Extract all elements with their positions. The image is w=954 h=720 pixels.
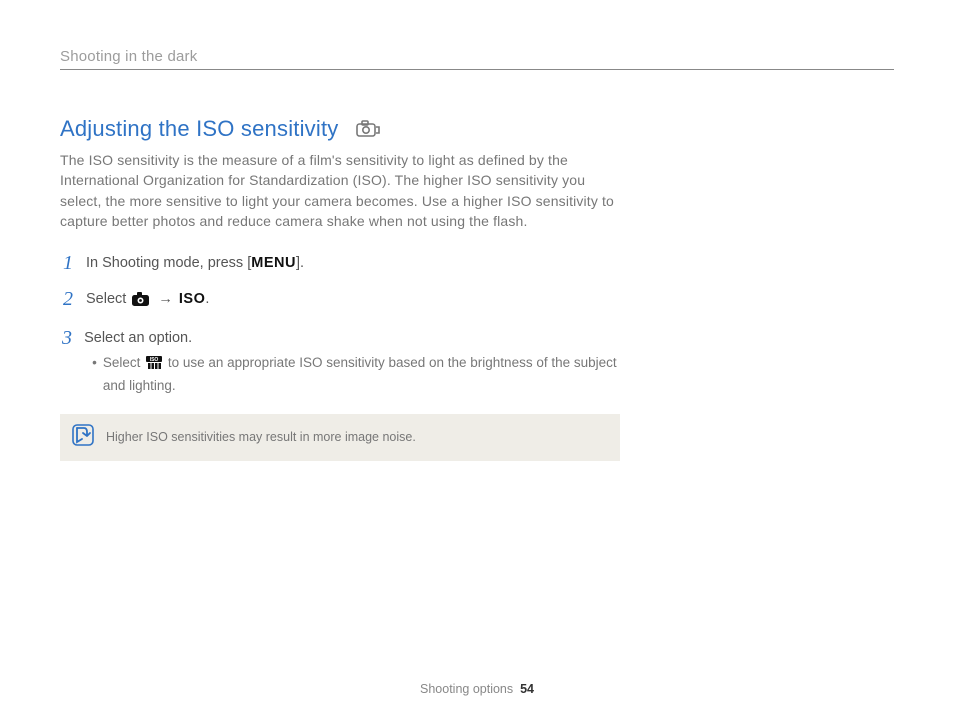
step-3: 3 Select an option. • Select ISO [60, 328, 620, 396]
iso-auto-icon: ISO [146, 356, 162, 376]
step-number: 2 [60, 289, 76, 309]
section-intro: The ISO sensitivity is the measure of a … [60, 150, 620, 231]
section: Adjusting the ISO sensitivity The ISO se… [60, 116, 620, 461]
section-title: Adjusting the ISO sensitivity [60, 116, 338, 142]
note-icon [72, 424, 94, 451]
step-2: 2 Select → ISO. [60, 289, 620, 314]
note-text: Higher ISO sensitivities may result in m… [106, 430, 416, 444]
svg-text:ISO: ISO [150, 357, 159, 363]
menu-label: MENU [251, 255, 296, 271]
step-text-post: . [205, 291, 209, 307]
running-head: Shooting in the dark [60, 48, 894, 70]
arrow-right-icon: → [158, 291, 173, 307]
section-title-row: Adjusting the ISO sensitivity [60, 116, 620, 142]
step-number: 1 [60, 253, 76, 273]
step-body: Select an option. • Select ISO [84, 328, 620, 396]
steps-list: 1 In Shooting mode, press [MENU]. 2 Sele… [60, 253, 620, 395]
step-number: 3 [60, 328, 74, 348]
page-number: 54 [520, 682, 534, 696]
page-footer: Shooting options 54 [0, 682, 954, 696]
sub-bullet: • Select ISO [92, 353, 620, 395]
footer-label: Shooting options [420, 682, 513, 696]
bullet-post: to use an appropriate ISO sensitivity ba… [103, 355, 617, 393]
bullet-dot-icon: • [92, 353, 97, 395]
manual-page: Shooting in the dark Adjusting the ISO s… [0, 0, 954, 720]
bullet-pre: Select [103, 355, 144, 370]
step-text-post: ]. [296, 255, 304, 271]
step-text-pre: In Shooting mode, press [ [86, 255, 251, 271]
camera-outline-icon [356, 120, 380, 138]
step-1: 1 In Shooting mode, press [MENU]. [60, 253, 620, 275]
bullet-text: Select ISO [103, 353, 620, 395]
step-body: In Shooting mode, press [MENU]. [86, 253, 304, 275]
step-text: Select an option. [84, 328, 620, 350]
iso-label: ISO [179, 291, 205, 307]
step-body: Select → ISO. [86, 289, 209, 314]
note-box: Higher ISO sensitivities may result in m… [60, 414, 620, 461]
step-text-pre: Select [86, 291, 130, 307]
camera-solid-icon [132, 292, 150, 314]
sub-bullets: • Select ISO [84, 353, 620, 395]
